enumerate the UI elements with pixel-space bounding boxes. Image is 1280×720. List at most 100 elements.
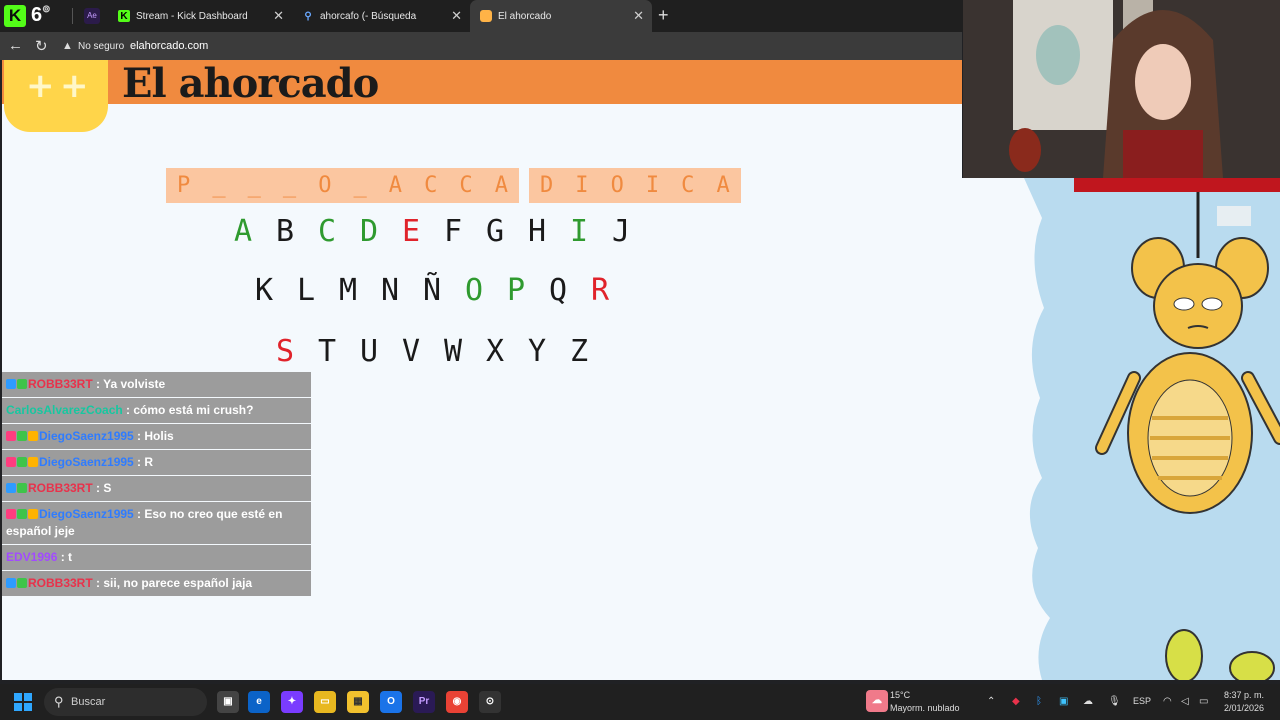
store-icon[interactable]: ▦ [347, 691, 369, 713]
letter-button[interactable]: V [390, 334, 432, 369]
chat-message: ROBB33RT : Ya volviste [2, 372, 311, 397]
page-viewport: + + El ahorcado P _ _ _ O _ A C C A DIOICA ABCDEF… [2, 60, 962, 680]
volume-icon[interactable]: ◁ [1181, 696, 1189, 707]
chat-username: ROBB33RT [28, 576, 93, 590]
close-tab-icon[interactable]: ✕ [633, 8, 644, 24]
chat-badge-icon [28, 509, 38, 519]
new-tab-button[interactable]: + [658, 5, 669, 26]
chat-badge-icon [17, 483, 27, 493]
letter-button[interactable]: Ñ [411, 273, 453, 308]
word-slot: O [599, 168, 635, 203]
wifi-icon[interactable]: ◠ [1163, 696, 1172, 707]
letter-button[interactable]: B [264, 214, 306, 249]
language-indicator[interactable]: ESP [1133, 696, 1151, 706]
plus-icon: + [60, 66, 89, 106]
taskbar-search[interactable]: ⚲ Buscar [44, 688, 207, 716]
plus-icon: + [26, 66, 55, 106]
chrome-icon[interactable]: ◉ [446, 691, 468, 713]
chat-text: : cómo está mi crush? [122, 403, 254, 417]
kick-notification-count: 6⊚ [31, 4, 51, 26]
letter-button[interactable]: E [390, 214, 432, 249]
letter-button[interactable]: L [285, 273, 327, 308]
letter-row: ABCDEFGHIJ [2, 214, 862, 249]
kick-logo-icon[interactable]: K [4, 5, 26, 27]
word-slot: P [166, 168, 202, 203]
microphone-icon[interactable]: 🎙 [1108, 696, 1121, 707]
chat-badge-icon [6, 457, 16, 467]
chat-username: CarlosAlvarezCoach [6, 403, 123, 417]
letter-button[interactable]: N [369, 273, 411, 308]
bluetooth-icon[interactable]: ᛒ [1036, 696, 1042, 707]
chat-username: DiegoSaenz1995 [39, 455, 134, 469]
letter-button[interactable]: I [558, 214, 600, 249]
letter-button[interactable]: J [600, 214, 642, 249]
file-explorer-icon[interactable]: ▭ [314, 691, 336, 713]
copilot-icon[interactable]: ✦ [281, 691, 303, 713]
chat-username: ROBB33RT [28, 481, 93, 495]
letter-row: STUVWXYZ [2, 334, 862, 369]
tab-el-ahorcado[interactable]: El ahorcado ✕ [470, 0, 652, 32]
tray-shield-icon[interactable]: ◆ [1012, 696, 1020, 707]
battery-icon[interactable]: ▭ [1199, 696, 1208, 707]
windows-start-icon[interactable] [14, 693, 32, 711]
letter-button[interactable]: U [348, 334, 390, 369]
search-icon: ⚲ [54, 694, 64, 709]
letter-button[interactable]: P [495, 273, 537, 308]
chat-username: ROBB33RT [28, 377, 93, 391]
chat-message: EDV1996 : t [2, 545, 311, 570]
letter-button[interactable]: C [306, 214, 348, 249]
outlook-icon[interactable]: O [380, 691, 402, 713]
chat-text: : t [57, 550, 73, 564]
tab-kick-dashboard[interactable]: K Stream - Kick Dashboard ✕ [108, 0, 292, 32]
security-label[interactable]: No seguro [78, 41, 124, 52]
weather-icon[interactable]: ☁ [866, 690, 888, 712]
pinned-tab-icon[interactable]: Ae [84, 8, 100, 24]
warning-icon[interactable]: ▲ [62, 40, 74, 52]
letter-button[interactable]: T [306, 334, 348, 369]
ahorcado-favicon-icon [480, 10, 492, 22]
task-view-icon[interactable]: ▣ [217, 691, 239, 713]
letter-button[interactable]: H [516, 214, 558, 249]
chat-message: DiegoSaenz1995 : Holis [2, 424, 311, 449]
edge-icon[interactable]: e [248, 691, 270, 713]
chat-text: : S [92, 481, 112, 495]
chat-badge-icon [17, 509, 27, 519]
page-title: El ahorcado [122, 60, 379, 107]
obs-icon[interactable]: ⊙ [479, 691, 501, 713]
word-group: P _ _ _ O _ A C C A [166, 168, 519, 203]
letter-button[interactable]: G [474, 214, 516, 249]
chat-badge-icon [6, 483, 16, 493]
chat-username: EDV1996 [6, 550, 58, 564]
close-tab-icon[interactable]: ✕ [451, 8, 462, 24]
letter-button[interactable]: K [243, 273, 285, 308]
letter-button[interactable]: F [432, 214, 474, 249]
chat-badge-icon [28, 457, 38, 467]
letter-button[interactable]: A [222, 214, 264, 249]
letter-button[interactable]: S [264, 334, 306, 369]
letter-button[interactable]: R [579, 273, 621, 308]
letter-button[interactable]: M [327, 273, 369, 308]
back-arrow-icon[interactable]: ← [8, 37, 23, 54]
premiere-icon[interactable]: Pr [413, 691, 435, 713]
tab-busqueda[interactable]: ⚲ ahorcafo (- Búsqueda ✕ [292, 0, 470, 32]
chat-message: ROBB33RT : sii, no parece español jaja [2, 571, 311, 596]
chevron-up-icon[interactable]: ⌃ [987, 696, 995, 707]
chat-text: : R [133, 455, 154, 469]
url-field[interactable]: elahorcado.com [130, 40, 208, 52]
letter-button[interactable]: D [348, 214, 390, 249]
letter-button[interactable]: O [453, 273, 495, 308]
letter-button[interactable]: Q [537, 273, 579, 308]
clock-time[interactable]: 8:37 p. m. [1224, 690, 1264, 700]
letter-button[interactable]: W [432, 334, 474, 369]
letter-button[interactable]: Z [558, 334, 600, 369]
letter-button[interactable]: X [474, 334, 516, 369]
close-tab-icon[interactable]: ✕ [273, 8, 284, 24]
reload-icon[interactable]: ↻ [35, 37, 48, 55]
clock-date[interactable]: 2/01/2026 [1224, 703, 1264, 713]
tray-cloud-icon[interactable]: ☁ [1083, 696, 1093, 707]
tray-app-icon[interactable]: ▣ [1059, 696, 1068, 707]
letter-button[interactable]: Y [516, 334, 558, 369]
letter-row: KLMNÑOPQR [2, 273, 862, 308]
hidden-word: P _ _ _ O _ A C C A DIOICA [166, 168, 741, 203]
address-bar: ← ↻ ▲ No seguro elahorcado.com [0, 32, 962, 60]
